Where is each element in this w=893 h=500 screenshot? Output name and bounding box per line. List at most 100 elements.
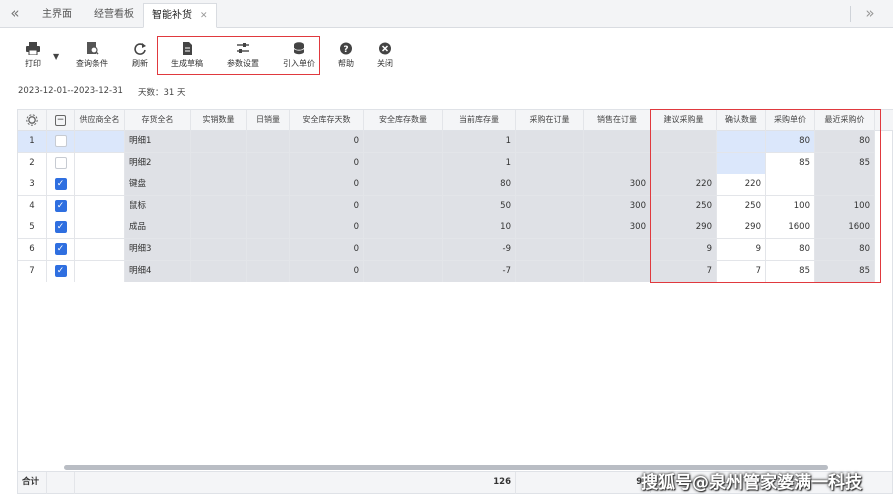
- select-all-checkbox[interactable]: −: [47, 110, 75, 131]
- cell-suggested-qty: 220: [651, 174, 717, 197]
- cell-confirm-qty[interactable]: 250: [717, 195, 766, 218]
- row-checkbox[interactable]: ✓: [47, 239, 75, 261]
- row-number: 5: [18, 217, 47, 240]
- checkbox-empty-icon[interactable]: [54, 156, 67, 169]
- tab-bar: « 主界面 经营看板 智能补货 ✕ »: [0, 0, 893, 28]
- row-number: 7: [18, 260, 47, 283]
- col-supplier[interactable]: 供应商全名: [75, 110, 125, 131]
- table-row[interactable]: 7 ✓ 明细4 0 -7 7 7 85 85: [18, 260, 893, 283]
- print-button[interactable]: 打印: [9, 42, 57, 72]
- tab-home[interactable]: 主界面: [34, 3, 80, 28]
- checkbox-checked-icon[interactable]: ✓: [54, 178, 67, 191]
- cell-sold-qty: [191, 152, 247, 175]
- cell-confirm-qty[interactable]: [717, 131, 766, 153]
- cell-so-on-order: [584, 260, 651, 283]
- col-so-on-order[interactable]: 销售在订量: [584, 110, 651, 131]
- cell-purchase-price[interactable]: 80: [766, 131, 815, 153]
- col-sold-qty[interactable]: 实销数量: [191, 110, 247, 131]
- cell-po-on-order: [516, 174, 584, 197]
- cell-suggested-qty: 250: [651, 195, 717, 218]
- col-safety-days[interactable]: 安全库存天数: [290, 110, 364, 131]
- cell-sold-qty: [191, 131, 247, 153]
- svg-text:?: ?: [343, 45, 348, 55]
- cell-safety-qty: [364, 152, 443, 175]
- cell-daily-sales: [247, 195, 290, 218]
- row-checkbox[interactable]: ✓: [47, 260, 75, 283]
- print-label: 打印: [25, 59, 41, 68]
- cell-confirm-qty[interactable]: 290: [717, 217, 766, 240]
- cell-purchase-price[interactable]: 85: [766, 152, 815, 175]
- help-label: 帮助: [338, 59, 354, 68]
- col-safety-qty[interactable]: 安全库存数量: [364, 110, 443, 131]
- close-icon[interactable]: ✕: [200, 11, 208, 21]
- checkbox-checked-icon[interactable]: ✓: [54, 243, 67, 255]
- cell-daily-sales: [247, 239, 290, 261]
- cell-confirm-qty[interactable]: 220: [717, 174, 766, 197]
- cell-confirm-qty[interactable]: [717, 152, 766, 175]
- row-checkbox[interactable]: ✓: [47, 195, 75, 218]
- divider: [850, 6, 851, 22]
- cell-purchase-price[interactable]: 100: [766, 195, 815, 218]
- col-last-price[interactable]: 最近采购价: [815, 110, 875, 131]
- date-range: 2023-12-01--2023-12-31: [18, 86, 123, 96]
- refresh-label: 刷新: [132, 59, 148, 68]
- cell-safety-qty: [364, 174, 443, 197]
- col-suggested-qty[interactable]: 建议采购量: [651, 110, 717, 131]
- cell-safety-qty: [364, 131, 443, 153]
- cell-purchase-price[interactable]: [766, 174, 815, 197]
- col-purchase-price[interactable]: 采购单价: [766, 110, 815, 131]
- table-row[interactable]: 2 明细2 0 1 85 85: [18, 152, 893, 175]
- query-conditions-button[interactable]: 查询条件: [68, 42, 116, 72]
- cell-so-on-order: 300: [584, 195, 651, 218]
- cell-supplier: [75, 195, 125, 218]
- tab-scroll-left-icon[interactable]: «: [4, 4, 26, 24]
- row-checkbox[interactable]: ✓: [47, 174, 75, 197]
- table-row[interactable]: 3 ✓ 键盘 0 80 300 220 220: [18, 174, 893, 197]
- cell-suggested-qty: [651, 131, 717, 153]
- row-number: 6: [18, 239, 47, 261]
- cell-so-on-order: [584, 239, 651, 261]
- tab-smart-replenish[interactable]: 智能补货 ✕: [143, 3, 217, 28]
- cell-purchase-price[interactable]: 85: [766, 260, 815, 283]
- toolbar-highlight-box: [157, 36, 320, 75]
- col-daily-sales[interactable]: 日销量: [247, 110, 290, 131]
- cell-item: 成品: [125, 217, 191, 240]
- cell-item: 明细1: [125, 131, 191, 153]
- table-row[interactable]: 6 ✓ 明细3 0 -9 9 9 80 80: [18, 239, 893, 261]
- replenish-grid: − 供应商全名 存货全名 实销数量 日销量 安全库存天数 安全库存数量 当前库存…: [17, 109, 893, 494]
- col-po-on-order[interactable]: 采购在订量: [516, 110, 584, 131]
- column-settings-gear-icon[interactable]: [18, 110, 47, 131]
- close-button[interactable]: 关闭: [361, 42, 409, 72]
- cell-daily-sales: [247, 260, 290, 283]
- cell-safety-days: 0: [290, 131, 364, 153]
- cell-confirm-qty[interactable]: 9: [717, 239, 766, 261]
- col-item[interactable]: 存货全名: [125, 110, 191, 131]
- checkbox-empty-icon[interactable]: [54, 135, 67, 147]
- tab-dashboard[interactable]: 经营看板: [86, 3, 142, 28]
- cell-sold-qty: [191, 174, 247, 197]
- row-checkbox[interactable]: [47, 131, 75, 153]
- print-dropdown-chevron-icon[interactable]: ▼: [53, 52, 59, 61]
- cell-suggested-qty: 7: [651, 260, 717, 283]
- table-row[interactable]: 5 ✓ 成品 0 10 300 290 290 1600 1600: [18, 217, 893, 240]
- checkbox-checked-icon[interactable]: ✓: [54, 221, 67, 234]
- col-current-stock[interactable]: 当前库存量: [443, 110, 516, 131]
- cell-confirm-qty[interactable]: 7: [717, 260, 766, 283]
- table-row[interactable]: 4 ✓ 鼠标 0 50 300 250 250 100 100: [18, 195, 893, 218]
- col-confirm-qty[interactable]: 确认数量: [717, 110, 766, 131]
- cell-current-stock: -7: [443, 260, 516, 283]
- row-checkbox[interactable]: [47, 152, 75, 175]
- cell-last-price: 80: [815, 131, 875, 153]
- cell-safety-qty: [364, 195, 443, 218]
- cell-daily-sales: [247, 152, 290, 175]
- cell-last-price: [815, 174, 875, 197]
- checkbox-checked-icon[interactable]: ✓: [54, 199, 67, 212]
- checkbox-checked-icon[interactable]: ✓: [54, 264, 67, 277]
- row-checkbox[interactable]: ✓: [47, 217, 75, 240]
- cell-safety-days: 0: [290, 174, 364, 197]
- cell-purchase-price[interactable]: 80: [766, 239, 815, 261]
- watermark: 搜狐号@泉州管家婆满一科技: [641, 473, 862, 493]
- tab-scroll-right-icon[interactable]: »: [859, 4, 881, 24]
- cell-purchase-price[interactable]: 1600: [766, 217, 815, 240]
- table-row[interactable]: 1 明细1 0 1 80 80: [18, 131, 893, 153]
